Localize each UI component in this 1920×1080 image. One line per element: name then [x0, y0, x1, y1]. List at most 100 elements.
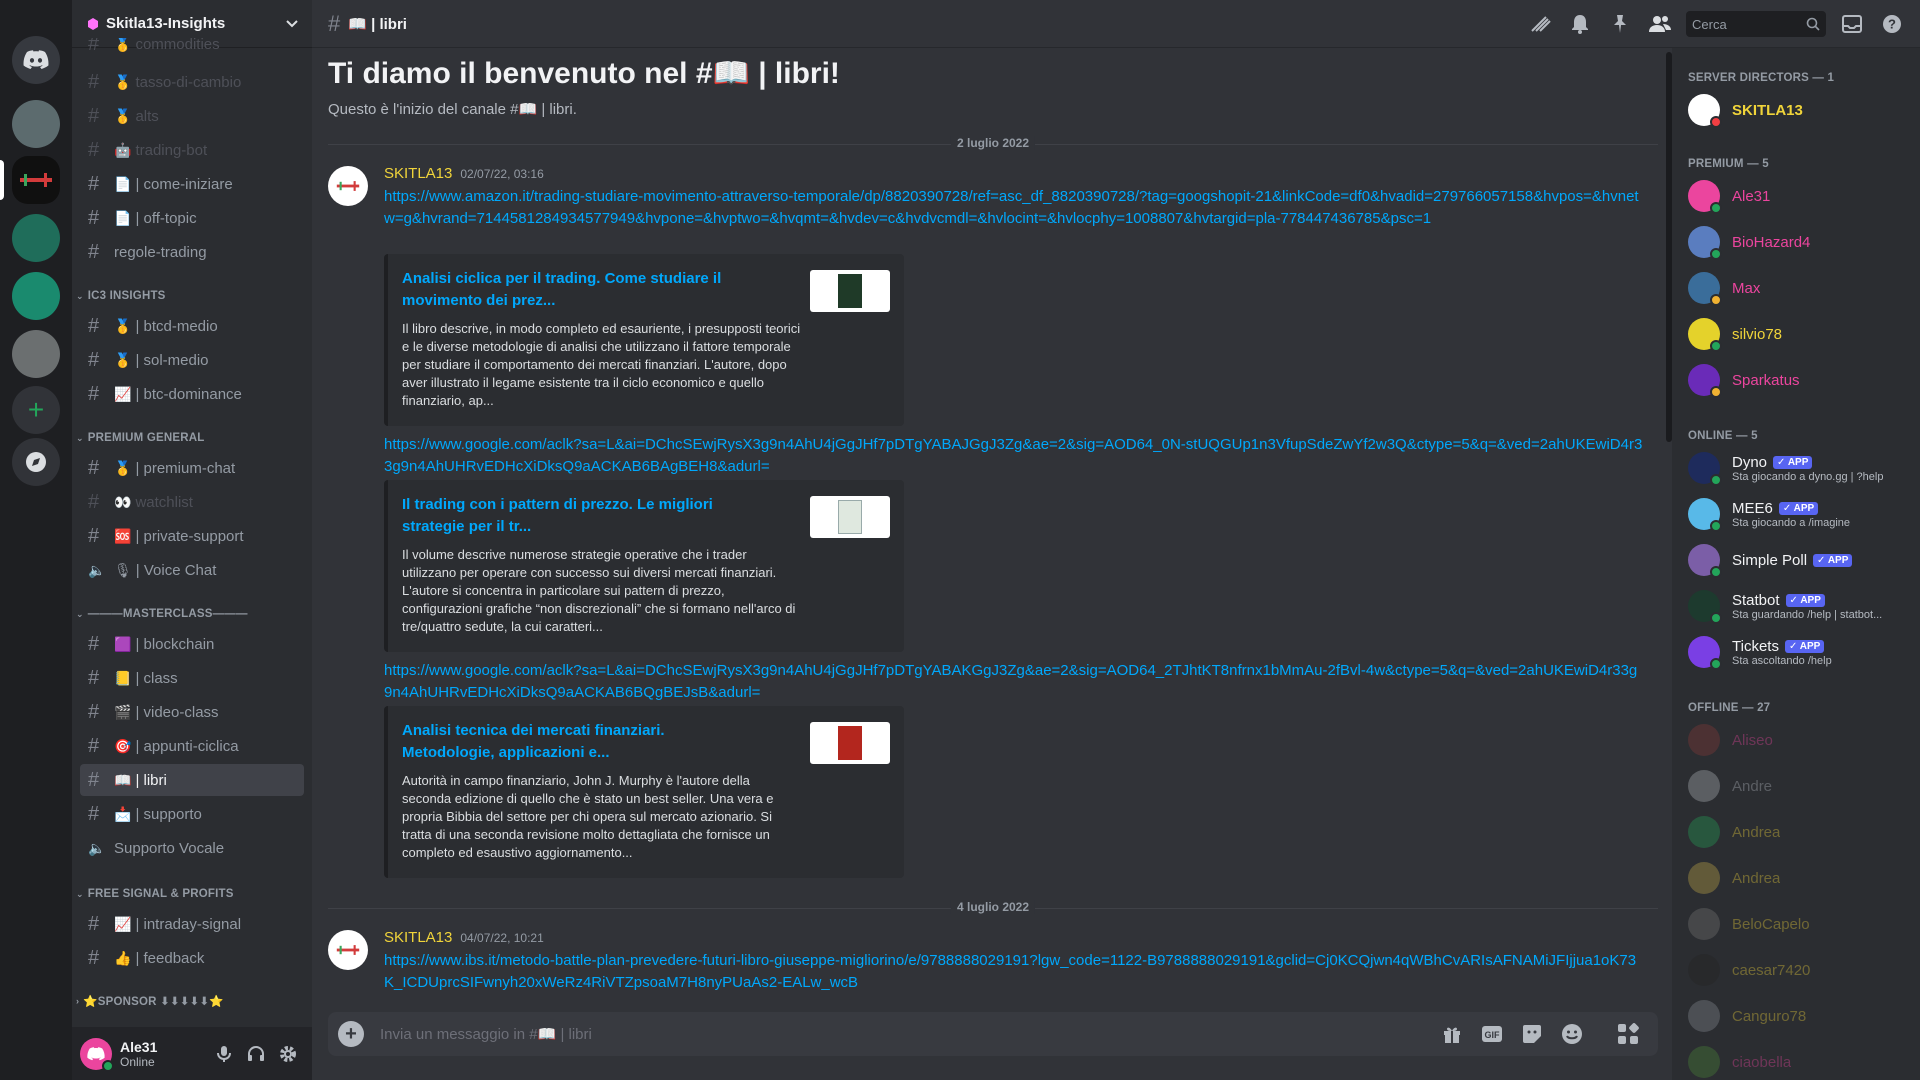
emoji-button[interactable] [1552, 1023, 1592, 1045]
user-settings-button[interactable] [272, 1038, 304, 1070]
channel-alts[interactable]: # 🥇 alts [80, 100, 304, 132]
member-item[interactable]: MEE6 ✓ APP Sta giocando a /imagine [1680, 492, 1912, 536]
channel-blockchain[interactable]: # 🟪 | blockchain [80, 628, 304, 660]
channel-label: | appunti-ciclica [135, 737, 239, 755]
hash-icon: # [88, 666, 100, 689]
embed-thumbnail[interactable] [810, 270, 890, 312]
member-item[interactable]: BioHazard4 [1680, 220, 1912, 264]
inbox-button[interactable] [1832, 8, 1872, 40]
channel-watchlist[interactable]: # 👀 watchlist [80, 486, 304, 518]
member-item[interactable]: Andrea [1680, 856, 1912, 900]
channel-title: 📖 | libri [348, 15, 407, 33]
home-button[interactable] [12, 36, 60, 84]
message-author[interactable]: SKITLA13 04/07/22, 10:21 [384, 929, 544, 946]
avatar[interactable] [328, 166, 368, 206]
channel-come-iniziare[interactable]: # 📄 | come-iniziare [80, 168, 304, 200]
member-item[interactable]: SKITLA13 [1680, 88, 1912, 132]
channel-btc-dominance[interactable]: # 📈 | btc-dominance [80, 378, 304, 410]
member-item[interactable]: Sparkatus [1680, 358, 1912, 402]
explore-servers-button[interactable] [12, 438, 60, 486]
channel-premium-chat[interactable]: # 🥇 | premium-chat [80, 452, 304, 484]
gif-button[interactable]: GIF [1472, 1025, 1512, 1043]
mute-button[interactable] [208, 1038, 240, 1070]
member-name: Statbot [1732, 591, 1780, 609]
channel-supporto[interactable]: # 📩 | supporto [80, 798, 304, 830]
member-item[interactable]: Simple Poll ✓ APP [1680, 538, 1912, 582]
member-item[interactable]: Max [1680, 266, 1912, 310]
channel-private-support[interactable]: # 🆘 | private-support [80, 520, 304, 552]
member-item[interactable]: Canguro78 [1680, 994, 1912, 1038]
upload-button[interactable]: + [338, 1021, 364, 1047]
message-link[interactable]: https://www.google.com/aclk?sa=L&ai=DChc… [384, 434, 1644, 478]
channel-intraday-signal[interactable]: # 📈 | intraday-signal [80, 908, 304, 940]
embed-title[interactable]: Analisi ciclica per il trading. Come stu… [402, 268, 732, 312]
channel-regole-trading[interactable]: # regole-trading [80, 236, 304, 268]
message-link[interactable]: https://www.google.com/aclk?sa=L&ai=DChc… [384, 660, 1644, 704]
avatar[interactable] [328, 930, 368, 970]
server-icon-4[interactable] [12, 272, 60, 320]
embed-title[interactable]: Il trading con i pattern di prezzo. Le m… [402, 494, 732, 538]
member-item[interactable]: Statbot ✓ APP Sta guardando /help | statbo… [1680, 584, 1912, 628]
category-premium-general[interactable]: ⌄ PREMIUM GENERAL [76, 432, 204, 444]
pinned-messages-button[interactable] [1600, 8, 1640, 40]
channel-sol-medio[interactable]: # 🥇 | sol-medio [80, 344, 304, 376]
channel-emoji: 🥇 [114, 107, 132, 124]
member-item[interactable]: silvio78 [1680, 312, 1912, 356]
member-item[interactable]: Dyno ✓ APP Sta giocando a dyno.gg | ?help [1680, 446, 1912, 490]
server-icon-3[interactable] [12, 214, 60, 262]
member-item[interactable]: ciaobella [1680, 1040, 1912, 1080]
channel-label: | btc-dominance [135, 385, 242, 403]
threads-button[interactable] [1520, 8, 1560, 40]
voice-channel-supporto-vocale[interactable]: 🔈 Supporto Vocale [80, 832, 304, 864]
message-author[interactable]: SKITLA13 02/07/22, 03:16 [384, 165, 544, 182]
help-button[interactable]: ? [1872, 8, 1912, 40]
server-icon-skitla13[interactable] [12, 156, 60, 204]
server-icon-5[interactable] [12, 330, 60, 378]
member-name: Simple Poll [1732, 551, 1808, 569]
member-item[interactable]: Aliseo [1680, 718, 1912, 762]
member-item[interactable]: caesar7420 [1680, 948, 1912, 992]
avatar[interactable] [80, 1037, 114, 1072]
embed-title[interactable]: Analisi tecnica dei mercati finanziari. … [402, 720, 732, 764]
channel-appunti-ciclica[interactable]: # 🎯 | appunti-ciclica [80, 730, 304, 762]
voice-channel-voice-chat[interactable]: 🔈 🎙 | Voice Chat [80, 554, 304, 586]
channel-libri[interactable]: # 📖 | libri [80, 764, 304, 796]
channel-btcd-medio[interactable]: # 🥇 | btcd-medio [80, 310, 304, 342]
message-link[interactable]: https://www.ibs.it/metodo-battle-plan-pr… [384, 950, 1644, 994]
channel-class[interactable]: # 📒 | class [80, 662, 304, 694]
channel-commodities[interactable]: # 🥇 commodities [80, 38, 304, 60]
member-item[interactable]: Tickets ✓ APP Sta ascoltando /help [1680, 630, 1912, 674]
category-masterclass[interactable]: ⌄ ———MASTERCLASS——— [76, 608, 248, 620]
add-server-button[interactable]: + [12, 386, 60, 434]
embed-thumbnail[interactable] [810, 496, 890, 538]
embed-thumbnail[interactable] [810, 722, 890, 764]
category-ic3-insights[interactable]: ⌄ IC3 INSIGHTS [76, 290, 166, 302]
notifications-button[interactable] [1560, 8, 1600, 40]
speaker-icon: 🔈 [88, 839, 106, 856]
category-sponsor[interactable]: › ⭐SPONSOR ⬇⬇⬇⬇⬇⭐ [76, 994, 224, 1008]
message-input[interactable]: Invia un messaggio in #📖 | libri [380, 1025, 1432, 1043]
server-icon-1[interactable] [12, 100, 60, 148]
member-list-button[interactable] [1640, 8, 1680, 40]
member-item[interactable]: BeloCapelo [1680, 902, 1912, 946]
channel-feedback[interactable]: # 👍 | feedback [80, 942, 304, 974]
message-link[interactable]: https://www.amazon.it/trading-studiare-m… [384, 186, 1644, 230]
gift-button[interactable] [1432, 1024, 1472, 1044]
channel-video-class[interactable]: # 🎬 | video-class [80, 696, 304, 728]
embed-description: Il volume descrive numerose strategie op… [402, 547, 796, 634]
channel-trading-bot[interactable]: # 🤖 trading-bot [80, 134, 304, 166]
member-item[interactable]: Ale31 [1680, 174, 1912, 218]
user-info[interactable]: Ale31 Online [120, 1039, 208, 1069]
date-label: 2 luglio 2022 [950, 136, 1036, 150]
channel-tasso-di-cambio[interactable]: # 🥇 tasso-di-cambio [80, 66, 304, 98]
search-input[interactable]: Cerca [1686, 11, 1826, 37]
member-item[interactable]: Andre [1680, 764, 1912, 808]
apps-button[interactable] [1608, 1023, 1648, 1045]
deafen-button[interactable] [240, 1038, 272, 1070]
channel-off-topic[interactable]: # 📄 | off-topic [80, 202, 304, 234]
category-free-signal[interactable]: ⌄ FREE SIGNAL & PROFITS [76, 888, 234, 900]
sticker-button[interactable] [1512, 1024, 1552, 1044]
member-item[interactable]: Andrea [1680, 810, 1912, 854]
smiley-icon [1562, 1024, 1582, 1044]
hash-icon: # [88, 206, 100, 229]
